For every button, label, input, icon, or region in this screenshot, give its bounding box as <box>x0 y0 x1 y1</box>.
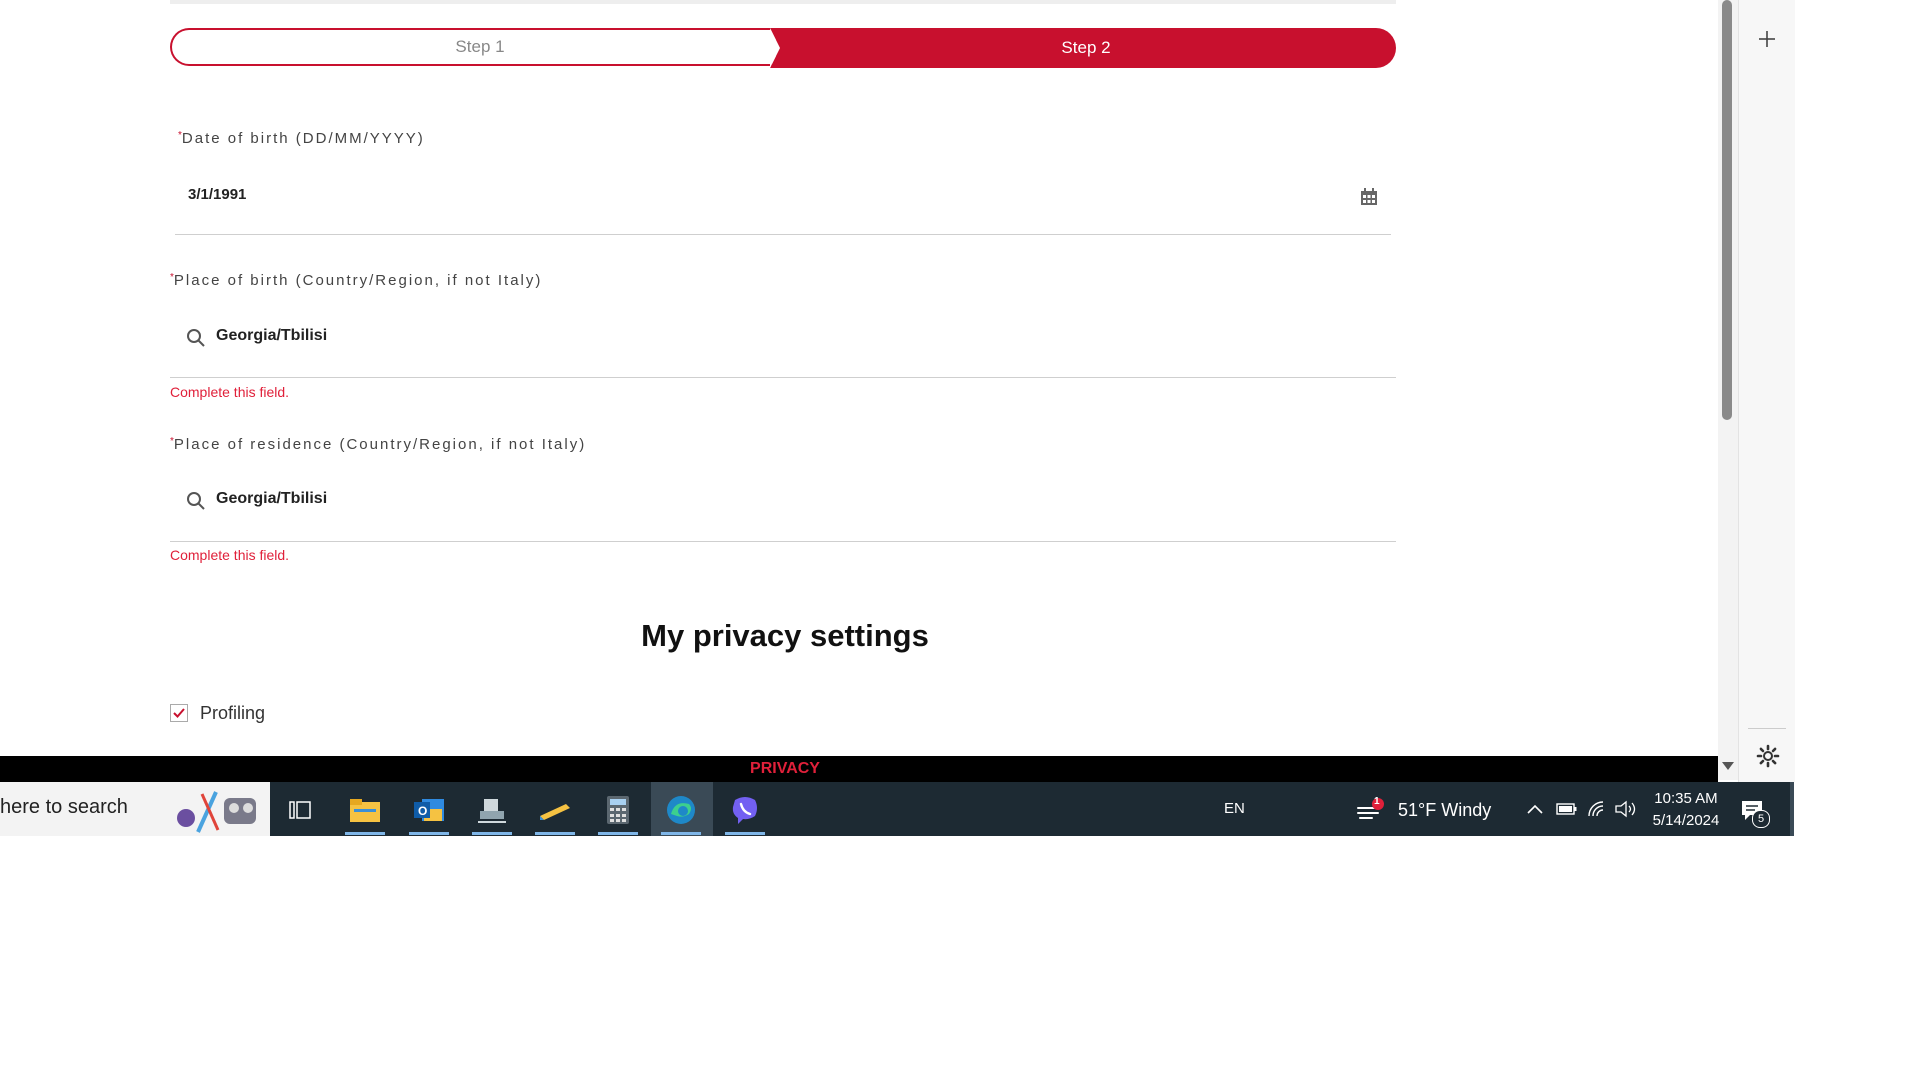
battery-icon[interactable] <box>1556 802 1578 816</box>
app-running-indicator <box>598 832 638 835</box>
residence-underline <box>170 541 1396 542</box>
wifi-icon[interactable] <box>1587 800 1607 818</box>
pen-app-icon[interactable] <box>535 790 575 830</box>
profiling-checkbox[interactable] <box>170 704 188 722</box>
network-app-icon[interactable] <box>472 790 512 830</box>
browser-side-panel <box>1738 0 1795 782</box>
dob-input[interactable]: 3/1/1991 <box>188 186 246 203</box>
weather-wind-icon[interactable] <box>1356 798 1386 822</box>
search-highlight-icon <box>177 791 256 833</box>
check-icon <box>173 708 185 718</box>
residence-label: *Place of residence (Country/Region, if … <box>170 436 586 454</box>
app-running-indicator <box>725 832 765 835</box>
calendar-icon[interactable] <box>1360 188 1378 206</box>
app-running-indicator <box>345 832 385 835</box>
edge-icon[interactable] <box>661 790 701 830</box>
app-running-indicator <box>409 832 449 835</box>
birthplace-underline <box>170 377 1396 378</box>
viber-icon[interactable] <box>725 790 765 830</box>
dob-label-text: Date of birth (DD/MM/YYYY) <box>181 130 425 147</box>
file-explorer-icon[interactable] <box>345 790 385 830</box>
gear-icon[interactable] <box>1756 744 1780 768</box>
app-running-indicator <box>535 832 575 835</box>
residence-label-text: Place of residence (Country/Region, if n… <box>173 436 587 453</box>
chevron-up-icon[interactable] <box>1526 802 1544 816</box>
step-1-label: Step 1 <box>455 37 505 56</box>
calculator-icon[interactable] <box>598 790 638 830</box>
step-2-label: Step 2 <box>1061 38 1111 57</box>
language-indicator[interactable]: EN <box>1224 800 1245 817</box>
side-panel-divider <box>1748 728 1786 729</box>
outlook-icon[interactable]: O <box>409 790 449 830</box>
svg-text:O: O <box>418 804 427 818</box>
birthplace-error: Complete this field. <box>170 384 290 400</box>
search-icon <box>187 329 205 347</box>
privacy-settings-title: My privacy settings <box>641 618 929 653</box>
clock-time: 10:35 AM <box>1654 790 1718 807</box>
task-view-icon[interactable] <box>280 790 320 830</box>
top-divider <box>170 0 1396 4</box>
taskbar-search-placeholder: here to search <box>0 796 128 818</box>
app-running-indicator <box>472 832 512 835</box>
profiling-label: Profiling <box>200 703 266 723</box>
app-running-indicator <box>661 832 701 835</box>
privacy-description-cut <box>170 746 870 752</box>
volume-icon[interactable] <box>1614 800 1638 818</box>
residence-input[interactable]: Georgia/Tbilisi <box>216 490 327 508</box>
residence-error: Complete this field. <box>170 547 290 563</box>
scrollbar-thumb[interactable] <box>1722 0 1732 420</box>
birthplace-label: *Place of birth (Country/Region, if not … <box>170 272 542 290</box>
system-clock[interactable]: 10:35 AM 5/14/2024 <box>1648 788 1724 832</box>
birthplace-input[interactable]: Georgia/Tbilisi <box>216 327 327 345</box>
clock-date: 5/14/2024 <box>1652 812 1720 829</box>
show-desktop-button[interactable] <box>1790 782 1794 836</box>
notification-count-badge: 5 <box>1752 810 1770 828</box>
search-icon <box>187 492 205 510</box>
web-page: Step 1 Step 2 *Date of birth (DD/MM/YYYY… <box>0 0 1718 756</box>
weather-text[interactable]: 51°F Windy <box>1398 800 1491 821</box>
scroll-down-arrow-icon[interactable] <box>1721 760 1735 772</box>
plus-icon[interactable] <box>1758 30 1776 48</box>
birthplace-label-text: Place of birth (Country/Region, if not I… <box>173 272 543 289</box>
privacy-bar-label[interactable]: PRIVACY <box>0 756 1570 782</box>
dob-underline <box>175 234 1391 235</box>
dob-label: *Date of birth (DD/MM/YYYY) <box>178 130 425 148</box>
weather-badge: 1 <box>1374 796 1380 807</box>
